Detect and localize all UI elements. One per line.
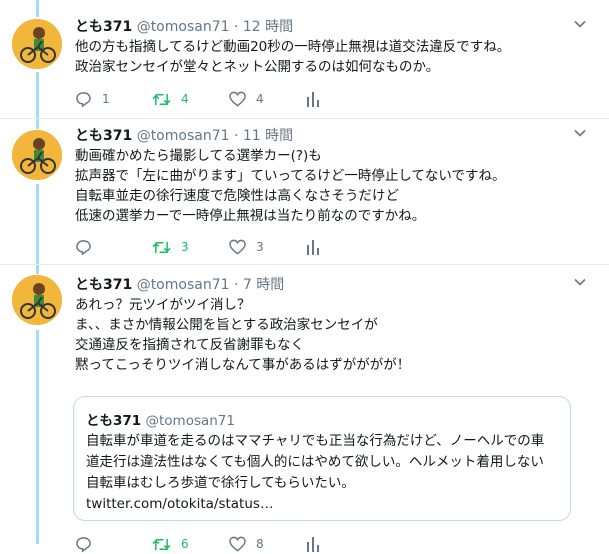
tweet-text-line: 動画確かめたら撮影してる選挙カー(?)も [75,148,322,164]
analytics-button[interactable] [306,237,383,257]
tweet-header: とも371 @tomosan71 · 11 時間 [75,126,593,146]
reply-icon [76,91,91,108]
tweet-text-line: 他の方も指摘してるけど動画20秒の一時停止無視は道交法違反ですね。 [75,39,511,55]
analytics-icon [307,240,319,255]
tweet-text: 動画確かめたら撮影してる選挙カー(?)も 拡声器で「左に曲がります」ていってるけ… [75,146,593,226]
tweet-text-line: あれっ？元ツイがツイ消し？ [75,297,251,313]
retweet-button[interactable]: 6 [152,534,229,554]
like-button[interactable]: 4 [229,89,306,109]
tweet-header: とも371 @tomosan71 · 7 時間 [75,275,593,295]
reply-button[interactable] [75,534,152,554]
tweet-text: あれっ？元ツイがツイ消し？ ま、、まさか情報公開を旨とする政治家センセイが 交通… [75,295,593,375]
quoted-tweet[interactable]: とも371 @tomosan71 自転車が車道を走るのはママチャリでも正当な行為… [73,396,571,521]
reply-count: 1 [102,92,110,106]
like-button[interactable]: 8 [229,534,306,554]
separator-dot: · [233,277,239,293]
tweet[interactable]: とも371 @tomosan71 · 12 時間 他の方も指摘してるけど動画20… [0,0,609,120]
quoted-display-name: とも371 [86,413,142,429]
chevron-down-icon[interactable] [573,126,587,140]
timestamp[interactable]: 11 時間 [243,128,293,144]
like-count: 8 [256,537,264,551]
retweet-button[interactable]: 3 [152,237,229,257]
heart-icon [229,91,246,107]
timestamp[interactable]: 12 時間 [243,19,293,35]
tweet-actions: 3 3 [75,237,383,257]
tweet-text-line: ま、、まさか情報公開を旨とする政治家センセイが [75,317,378,333]
tweet-separator [0,118,609,119]
retweet-count: 4 [181,92,189,106]
quoted-user-handle: @tomosan71 [145,413,235,429]
tweet-text-line: 拡声器で「左に曲がります」ていってるけど一時停止してないですね。 [75,168,506,184]
tweet-text-line: 黙ってこっそりツイ消しなんて事があるはずがががが！ [75,357,411,373]
tweet-actions: 6 8 [75,534,383,554]
retweet-icon [152,538,171,550]
display-name[interactable]: とも371 [75,277,132,293]
tweet-text-line: 低速の選挙カーで一時停止無視は当たり前なのですかね。 [75,208,426,224]
like-count: 4 [256,92,264,106]
quoted-tweet-text: 自転車が車道を走るのはママチャリでも正当な行為だけど、ノーヘルでの車 道走行は違… [86,431,544,515]
analytics-icon [307,537,319,552]
separator-dot: · [233,128,239,144]
timestamp[interactable]: 7 時間 [243,277,284,293]
avatar[interactable] [12,275,62,325]
quoted-text-line: 自転車が車道を走るのはママチャリでも正当な行為だけど、ノーヘルでの車 [86,433,545,449]
tweet[interactable]: とも371 @tomosan71 · 11 時間 動画確かめたら撮影してる選挙カ… [0,120,609,265]
user-handle[interactable]: @tomosan71 [137,19,230,35]
analytics-button[interactable] [306,89,383,109]
quoted-text-line: 道走行は違法性はなくても個人的にはやめて欲しい。ヘルメット着用しない [86,454,544,470]
chevron-down-icon[interactable] [573,275,587,289]
analytics-icon [307,92,319,107]
retweet-button[interactable]: 4 [152,89,229,109]
avatar[interactable] [12,19,62,69]
tweet-text-line: 政治家センセイが堂々とネット公開するのは如何なものか。 [75,59,440,75]
like-count: 3 [256,240,264,254]
quoted-text-line: 自転車はむしろ歩道で徐行してもらいたい。 [86,475,355,491]
heart-icon [229,239,246,255]
retweet-count: 3 [181,240,189,254]
tweet-actions: 1 4 4 [75,89,383,109]
like-button[interactable]: 3 [229,237,306,257]
retweet-icon [152,93,171,105]
reply-icon [76,536,91,553]
display-name[interactable]: とも371 [75,128,132,144]
tweet-header: とも371 @tomosan71 · 12 時間 [75,17,593,37]
user-handle[interactable]: @tomosan71 [137,277,230,293]
retweet-icon [152,241,171,253]
display-name[interactable]: とも371 [75,19,132,35]
reply-button[interactable] [75,237,152,257]
chevron-down-icon[interactable] [573,17,587,31]
user-handle[interactable]: @tomosan71 [137,128,230,144]
tweet-text-line: 交通違反を指摘されて反省謝罪もなく [75,337,305,353]
reply-button[interactable]: 1 [75,89,152,109]
retweet-count: 6 [181,537,189,551]
heart-icon [229,536,246,552]
quoted-link[interactable]: twitter.com/otokita/status… [86,494,544,515]
quoted-tweet-header: とも371 @tomosan71 [86,409,235,429]
tweet-text-line: 自転車並走の徐行速度で危険性は高くなさそうだけど [75,188,399,204]
reply-icon [76,239,91,256]
tweet[interactable]: とも371 @tomosan71 · 7 時間 あれっ？元ツイがツイ消し？ ま、… [0,265,609,553]
separator-dot: · [233,19,239,35]
analytics-button[interactable] [306,534,383,554]
avatar[interactable] [12,130,62,180]
tweet-text: 他の方も指摘してるけど動画20秒の一時停止無視は道交法違反ですね。 政治家センセ… [75,37,593,77]
